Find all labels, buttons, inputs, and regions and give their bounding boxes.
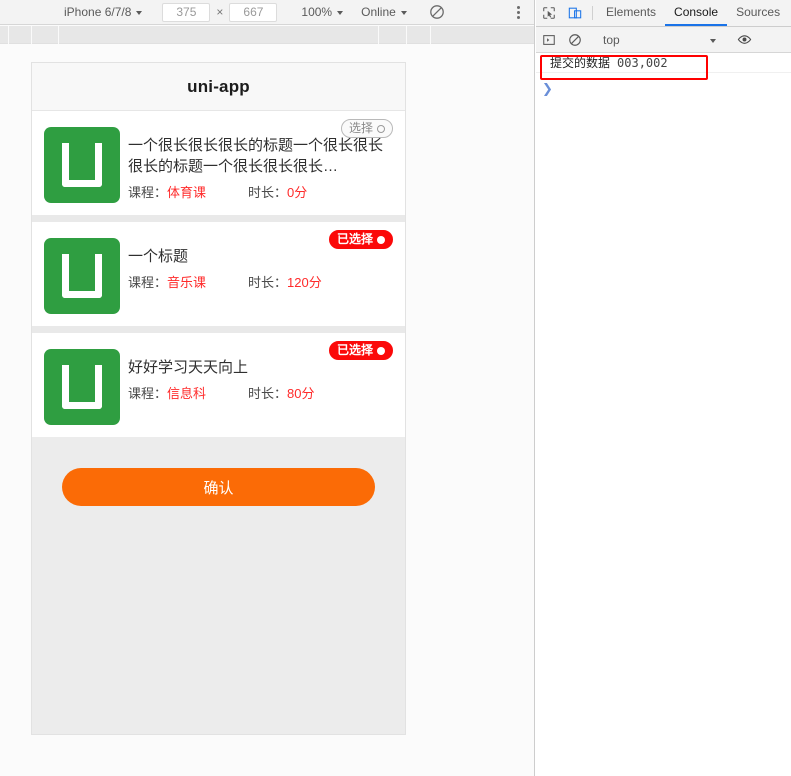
- rotate-icon: [429, 5, 444, 19]
- tab-console-label: Console: [674, 5, 719, 19]
- console-message[interactable]: 提交的数据 003,002: [536, 53, 791, 73]
- card-title: 一个很长很长很长的标题一个很长很长很长的标题一个很长很长很长…: [128, 137, 384, 175]
- course-value: 体育课: [167, 185, 207, 200]
- device-select-label: iPhone 6/7/8: [64, 5, 132, 19]
- dimension-separator: ×: [216, 5, 224, 19]
- tab-elements[interactable]: Elements: [597, 0, 665, 26]
- console-message-text: 提交的数据: [550, 56, 611, 70]
- tab-sources[interactable]: Sources: [727, 0, 789, 26]
- tab-elements-label: Elements: [606, 5, 657, 19]
- tab-console[interactable]: Console: [665, 0, 728, 26]
- console-message-value: 003,002: [617, 55, 668, 70]
- list-item[interactable]: 选择 一个很长很长很长的标题一个很长很长很长的标题一个很长很长很长… 课程：体育…: [32, 111, 405, 215]
- card-meta: 课程：体育课 时长：0分: [128, 182, 393, 201]
- card-title: 一个标题: [128, 248, 189, 265]
- console-context-select[interactable]: top: [597, 27, 722, 52]
- console-sidebar-icon: [543, 34, 555, 45]
- tab-sources-label: Sources: [736, 5, 781, 19]
- console-prompt-symbol: ❯: [542, 81, 553, 96]
- uni-app-logo-icon: [44, 127, 120, 203]
- viewport-ruler: [0, 26, 534, 44]
- screenshot-root: iPhone 6/7/8 375 × 667 100% Online uni-a…: [0, 0, 791, 776]
- devtools-tabbar: Elements Console Sources: [536, 0, 791, 27]
- zoom-select[interactable]: 100%: [295, 0, 349, 24]
- chevron-down-icon: [710, 38, 716, 43]
- radio-circle-icon: [377, 124, 385, 133]
- duration-value: 120分: [287, 275, 322, 290]
- chevron-down-icon: [337, 11, 344, 15]
- course-label: 课程：: [128, 185, 168, 200]
- radio-filled-icon: [377, 235, 385, 244]
- card-meta: 课程：信息科 时长：80分: [128, 383, 393, 402]
- toggle-device-toolbar-icon: [568, 7, 582, 19]
- more-vertical-icon: [517, 5, 520, 19]
- device-toolbar: iPhone 6/7/8 375 × 667 100% Online: [0, 0, 534, 25]
- status-badge-label: 已选择: [336, 343, 373, 357]
- inspect-element-button[interactable]: [536, 0, 562, 26]
- viewport-width-input[interactable]: 375: [162, 2, 211, 22]
- status-badge-label: 已选择: [336, 232, 373, 246]
- console-output: 提交的数据 003,002 ❯: [536, 53, 791, 776]
- inspect-element-icon: [543, 7, 555, 19]
- throttling-select[interactable]: Online: [355, 0, 413, 24]
- duration-value: 80分: [287, 386, 315, 401]
- clear-console-icon: [569, 33, 581, 46]
- status-badge-label: 选择: [348, 121, 373, 135]
- viewport-height-input[interactable]: 667: [229, 2, 278, 22]
- chevron-down-icon: [400, 11, 407, 15]
- app-header: uni-app: [32, 63, 405, 111]
- card-title: 好好学习天天向上: [128, 359, 249, 376]
- console-context-label: top: [603, 32, 620, 47]
- console-toolbar: top: [536, 27, 791, 53]
- duration-label: 时长：: [248, 275, 288, 290]
- chevron-down-icon: [136, 11, 143, 15]
- confirm-button-wrap: 确认: [32, 444, 405, 506]
- clear-console-button[interactable]: [562, 33, 588, 47]
- duration-label: 时长：: [248, 386, 288, 401]
- course-card-list: 选择 一个很长很长很长的标题一个很长很长很长的标题一个很长很长很长… 课程：体育…: [32, 111, 405, 437]
- status-badge[interactable]: 已选择: [328, 230, 393, 249]
- list-item[interactable]: 已选择 好好学习天天向上 课程：信息科 时长：80分: [32, 333, 405, 437]
- live-expression-eye-icon: [737, 35, 751, 44]
- uni-app-logo-icon: [44, 349, 120, 425]
- rotate-button[interactable]: [423, 0, 451, 24]
- confirm-button[interactable]: 确认: [62, 468, 375, 506]
- device-select[interactable]: iPhone 6/7/8: [58, 0, 148, 24]
- course-value: 信息科: [167, 386, 207, 401]
- uni-app-logo-icon: [44, 238, 120, 314]
- device-emulation-pane: iPhone 6/7/8 375 × 667 100% Online uni-a…: [0, 0, 535, 776]
- console-prompt[interactable]: ❯: [536, 80, 553, 98]
- status-badge[interactable]: 选择: [340, 119, 393, 138]
- course-label: 课程：: [128, 386, 168, 401]
- list-item[interactable]: 已选择 一个标题 课程：音乐课 时长：120分: [32, 222, 405, 326]
- console-sidebar-button[interactable]: [536, 33, 562, 47]
- live-expression-button[interactable]: [731, 32, 757, 47]
- radio-filled-icon: [377, 346, 385, 355]
- status-badge[interactable]: 已选择: [328, 341, 393, 360]
- card-meta: 课程：音乐课 时长：120分: [128, 272, 393, 291]
- course-label: 课程：: [128, 275, 168, 290]
- throttling-select-label: Online: [361, 5, 396, 19]
- course-value: 音乐课: [167, 275, 207, 290]
- zoom-select-label: 100%: [301, 5, 333, 19]
- mobile-viewport: uni-app 选择 一个很长很长很长的标题一个很长很长很长的标题一个很长很长很: [31, 62, 406, 735]
- page-title: uni-app: [187, 76, 250, 96]
- device-toolbar-menu-button[interactable]: [511, 0, 526, 24]
- duration-label: 时长：: [248, 185, 288, 200]
- devtools-panel: Elements Console Sources top 提交的数据 003,0…: [536, 0, 791, 776]
- duration-value: 0分: [287, 185, 308, 200]
- toggle-device-toolbar-button[interactable]: [562, 0, 588, 26]
